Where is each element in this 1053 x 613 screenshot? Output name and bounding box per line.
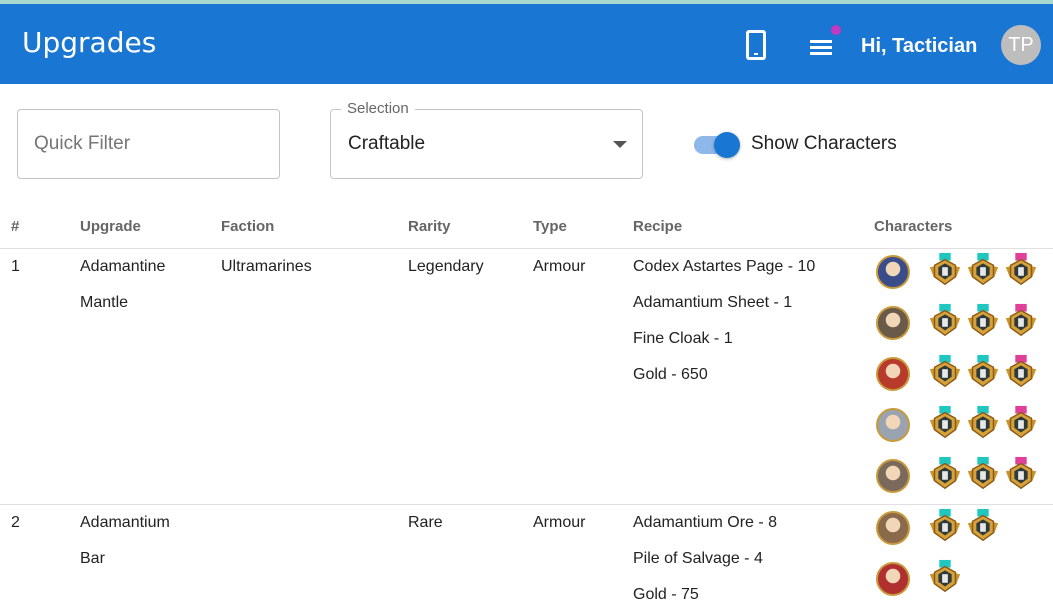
recipe-item: Adamantium Ore - 8 bbox=[633, 514, 778, 531]
show-characters-toggle[interactable] bbox=[694, 131, 742, 158]
chevron-down-icon bbox=[613, 141, 627, 148]
upgrade-name-line: Adamantine bbox=[80, 258, 166, 275]
rank-badge-icon bbox=[967, 354, 999, 388]
recipe-item: Codex Astartes Page - 10 bbox=[633, 258, 816, 275]
rank-badge-icon bbox=[1005, 303, 1037, 337]
recipe-item: Adamantium Sheet - 1 bbox=[633, 294, 793, 311]
upgrade-name: Adamantium Bar bbox=[80, 505, 170, 577]
row-index: 1 bbox=[11, 258, 20, 275]
character-portrait-icon[interactable] bbox=[876, 255, 910, 289]
quick-filter-input[interactable] bbox=[34, 130, 264, 158]
rank-badge-icon bbox=[1005, 252, 1037, 286]
rank-badge-icon bbox=[967, 303, 999, 337]
upgrade-name-line: Adamantium bbox=[80, 514, 170, 531]
recipe-cell: Adamantium Ore - 8 Pile of Salvage - 4 G… bbox=[633, 505, 777, 613]
rank-badge-icon bbox=[967, 456, 999, 490]
upgrade-name-line: Bar bbox=[80, 550, 105, 567]
mobile-view-icon[interactable] bbox=[746, 30, 766, 60]
character-portrait-icon[interactable] bbox=[876, 357, 910, 391]
rank-badge-icon bbox=[967, 405, 999, 439]
avatar[interactable]: TP bbox=[1001, 25, 1041, 65]
character-portrait-icon[interactable] bbox=[876, 306, 910, 340]
character-entry[interactable] bbox=[874, 302, 1053, 346]
user-greeting: Hi, Tactician bbox=[861, 35, 978, 57]
character-portrait-icon[interactable] bbox=[876, 408, 910, 442]
recipe-cell: Codex Astartes Page - 10 Adamantium Shee… bbox=[633, 249, 815, 393]
menu-icon[interactable] bbox=[808, 25, 841, 57]
selection-dropdown[interactable]: Selection Craftable bbox=[330, 100, 643, 179]
rank-badge-icon bbox=[929, 303, 961, 337]
toggle-thumb bbox=[714, 132, 740, 158]
rank-badge-icon bbox=[967, 508, 999, 542]
upgrade-name: Adamantine Mantle bbox=[80, 249, 165, 321]
column-header-characters[interactable]: Characters bbox=[874, 218, 952, 235]
recipe-item: Gold - 650 bbox=[633, 366, 708, 383]
character-entry[interactable] bbox=[874, 353, 1053, 397]
rank-badge-icon bbox=[929, 456, 961, 490]
character-entry[interactable] bbox=[874, 507, 1053, 551]
rank-badge-icon bbox=[929, 354, 961, 388]
rank-badge-icon bbox=[929, 252, 961, 286]
character-portrait-icon[interactable] bbox=[876, 511, 910, 545]
column-header-index[interactable]: # bbox=[11, 218, 19, 235]
quick-filter-field bbox=[17, 109, 280, 179]
rank-badge-icon bbox=[929, 559, 961, 593]
selection-value: Craftable bbox=[348, 133, 426, 154]
column-header-rarity[interactable]: Rarity bbox=[408, 218, 451, 235]
character-entry[interactable] bbox=[874, 558, 1053, 602]
recipe-item: Fine Cloak - 1 bbox=[633, 330, 733, 347]
notification-dot bbox=[831, 25, 841, 35]
rank-badge-icon bbox=[1005, 456, 1037, 490]
faction-cell: Ultramarines bbox=[221, 258, 312, 275]
app-bar: Upgrades Hi, Tactician TP bbox=[0, 4, 1053, 84]
column-header-type[interactable]: Type bbox=[533, 218, 567, 235]
character-entry[interactable] bbox=[874, 251, 1053, 295]
rank-badge-icon bbox=[929, 508, 961, 542]
page-title: Upgrades bbox=[22, 26, 157, 59]
type-cell: Armour bbox=[533, 258, 586, 275]
row-index: 2 bbox=[11, 514, 20, 531]
show-characters-label: Show Characters bbox=[751, 133, 897, 154]
character-portrait-icon[interactable] bbox=[876, 459, 910, 493]
rank-badge-icon bbox=[1005, 354, 1037, 388]
recipe-item: Pile of Salvage - 4 bbox=[633, 550, 763, 567]
character-portrait-icon[interactable] bbox=[876, 562, 910, 596]
recipe-item: Gold - 75 bbox=[633, 586, 699, 603]
rarity-cell: Rare bbox=[408, 514, 443, 531]
character-entry[interactable] bbox=[874, 404, 1053, 448]
type-cell: Armour bbox=[533, 514, 586, 531]
selection-label: Selection bbox=[341, 100, 415, 117]
rank-badge-icon bbox=[967, 252, 999, 286]
column-header-faction[interactable]: Faction bbox=[221, 218, 274, 235]
rank-badge-icon bbox=[1005, 405, 1037, 439]
rarity-cell: Legendary bbox=[408, 258, 484, 275]
rank-badge-icon bbox=[929, 405, 961, 439]
column-header-recipe[interactable]: Recipe bbox=[633, 218, 682, 235]
column-header-upgrade[interactable]: Upgrade bbox=[80, 218, 141, 235]
character-entry[interactable] bbox=[874, 455, 1053, 499]
upgrade-name-line: Mantle bbox=[80, 294, 129, 311]
